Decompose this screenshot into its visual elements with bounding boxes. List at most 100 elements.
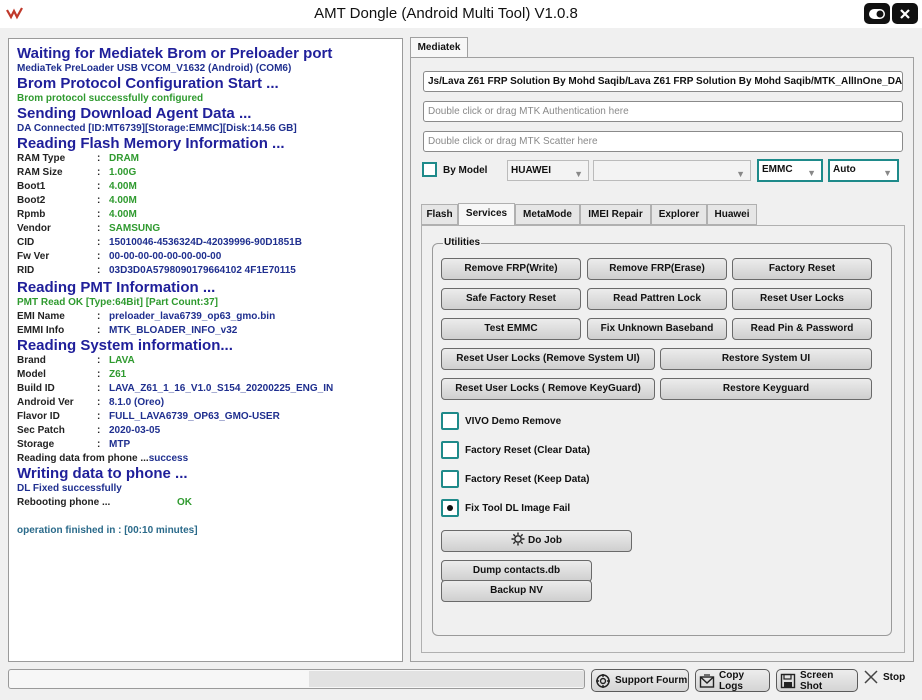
radio-selected-dot xyxy=(447,505,453,511)
vivo-demo-radio[interactable] xyxy=(441,412,459,430)
factory-reset-button[interactable]: Factory Reset xyxy=(732,258,872,280)
factory-reset-clear-label: Factory Reset (Clear Data) xyxy=(465,445,591,456)
mode-select[interactable]: Auto ▼ xyxy=(828,159,899,182)
chevron-down-icon: ▼ xyxy=(883,168,892,178)
utilities-label: Utilities xyxy=(443,237,482,248)
tab-services[interactable]: Services xyxy=(458,203,515,225)
da-path-field[interactable]: Js/Lava Z61 FRP Solution By Mohd Saqib/L… xyxy=(423,71,903,92)
screen-shot-button[interactable]: Screen Shot xyxy=(776,669,858,692)
log-row: Android Ver:8.1.0 (Oreo) xyxy=(17,397,165,408)
fix-unknown-baseband-button[interactable]: Fix Unknown Baseband xyxy=(587,318,727,340)
tab-huawei[interactable]: Huawei xyxy=(707,204,757,225)
settings-icon xyxy=(869,8,885,19)
log-row: Build ID: LAVA_Z61_1_16_V1.0_S154_2020022… xyxy=(17,383,334,394)
remove-frp-write-button[interactable]: Remove FRP(Write) xyxy=(441,258,581,280)
title-bar: AMT Dongle (Android Multi Tool) V1.0.8 xyxy=(0,0,922,28)
fix-dl-image-label: Fix Tool DL Image Fail xyxy=(465,503,571,514)
test-emmc-button[interactable]: Test EMMC xyxy=(441,318,581,340)
log-row: RID:03D3D0A5798090179664102 4F1E70115 xyxy=(17,265,296,276)
factory-reset-keep-radio[interactable] xyxy=(441,470,459,488)
log-reboot-status: OK xyxy=(177,497,192,508)
support-icon xyxy=(596,673,610,688)
log-header-pmt: Reading PMT Information ... xyxy=(17,279,216,296)
model-select[interactable]: ▼ xyxy=(593,160,751,181)
restore-system-ui-button[interactable]: Restore System UI xyxy=(660,348,872,370)
mediatek-panel: Js/Lava Z61 FRP Solution By Mohd Saqib/L… xyxy=(410,57,914,662)
log-brom-ok: Brom protocol successfully configured xyxy=(17,93,204,104)
utilities-group: Utilities Remove FRP(Write) Remove FRP(E… xyxy=(432,237,892,636)
log-row: EMMI Info: MTK_BLOADER_INFO_v32 xyxy=(17,325,238,336)
close-button[interactable] xyxy=(892,3,918,24)
log-row: Vendor: SAMSUNG xyxy=(17,223,161,234)
log-row: Model: Z61 xyxy=(17,369,127,380)
log-header-writing: Writing data to phone ... xyxy=(17,465,188,482)
tab-metamode[interactable]: MetaMode xyxy=(515,204,580,225)
stop-icon xyxy=(864,670,878,684)
log-row: RAM Size:1.00G xyxy=(17,167,137,178)
log-read-phone: Reading data from phone ...success xyxy=(17,453,189,464)
stop-button[interactable]: Stop xyxy=(864,670,905,684)
safe-factory-reset-button[interactable]: Safe Factory Reset xyxy=(441,288,581,310)
reset-user-locks-button[interactable]: Reset User Locks xyxy=(732,288,872,310)
log-pmt-ok: PMT Read OK [Type:64Bit] [Part Count:37] xyxy=(17,297,218,308)
vivo-demo-label: VIVO Demo Remove xyxy=(465,416,562,427)
log-header-system: Reading System information... xyxy=(17,337,233,354)
log-row: Sec Patch:2020-03-05 xyxy=(17,425,161,436)
backup-nv-button[interactable]: Backup NV xyxy=(441,580,592,602)
tab-imei-repair[interactable]: IMEI Repair xyxy=(580,204,651,225)
progress-track xyxy=(309,671,584,687)
read-pattern-lock-button[interactable]: Read Pattren Lock xyxy=(587,288,727,310)
factory-reset-clear-radio[interactable] xyxy=(441,441,459,459)
log-row: Boot1:4.00M xyxy=(17,181,137,192)
log-header-da: Sending Download Agent Data ... xyxy=(17,105,252,122)
log-row: CID:15010046-4536324D-42039996-90D1851B xyxy=(17,237,302,248)
support-forum-button[interactable]: Support Fourm xyxy=(591,669,689,692)
factory-reset-keep-label: Factory Reset (Keep Data) xyxy=(465,474,590,485)
copy-logs-button[interactable]: Copy Logs xyxy=(695,669,770,692)
tab-explorer[interactable]: Explorer xyxy=(651,204,707,225)
log-row: RAM Type: DRAM xyxy=(17,153,139,164)
chevron-down-icon: ▼ xyxy=(736,169,745,179)
log-header-brom: Brom Protocol Configuration Start ... xyxy=(17,75,279,92)
log-row: Rpmb:4.00M xyxy=(17,209,137,220)
restore-keyguard-button[interactable]: Restore Keyguard xyxy=(660,378,872,400)
close-icon xyxy=(900,8,910,19)
tab-mediatek[interactable]: Mediatek xyxy=(410,37,468,57)
brand-select[interactable]: HUAWEI ▼ xyxy=(507,160,589,181)
remove-frp-erase-button[interactable]: Remove FRP(Erase) xyxy=(587,258,727,280)
log-header-waiting: Waiting for Mediatek Brom or Preloader p… xyxy=(17,45,333,62)
log-port: MediaTek PreLoader USB VCOM_V1632 (Andro… xyxy=(17,63,292,74)
by-model-label: By Model xyxy=(443,165,488,176)
settings-button[interactable] xyxy=(864,3,890,24)
read-pin-password-button[interactable]: Read Pin & Password xyxy=(732,318,872,340)
log-row: Boot2:4.00M xyxy=(17,195,137,206)
fix-dl-image-radio[interactable] xyxy=(441,499,459,517)
log-dl-fixed: DL Fixed successfully xyxy=(17,483,122,494)
auth-file-field[interactable]: Double click or drag MTK Authentication … xyxy=(423,101,903,122)
progress-bar xyxy=(8,669,585,689)
log-rebooting: Rebooting phone ... xyxy=(17,497,111,508)
log-row: Fw Ver:00-00-00-00-00-00-00-00 xyxy=(17,251,222,262)
log-finished: operation finished in : [00:10 minutes] xyxy=(17,525,198,536)
window-title: AMT Dongle (Android Multi Tool) V1.0.8 xyxy=(314,5,578,22)
scatter-file-field[interactable]: Double click or drag MTK Scatter here xyxy=(423,131,903,152)
do-job-button[interactable]: Do Job xyxy=(441,530,632,552)
log-row: Storage: MTP xyxy=(17,439,131,450)
chevron-down-icon: ▼ xyxy=(807,168,816,178)
log-row: EMI Name: preloader_lava6739_op63_gmo.bin xyxy=(17,311,276,322)
by-model-checkbox[interactable] xyxy=(422,162,437,177)
log-row: Flavor ID: FULL_LAVA6739_OP63_GMO-USER xyxy=(17,411,280,422)
save-icon xyxy=(780,673,796,688)
log-header-flash: Reading Flash Memory Information ... xyxy=(17,135,285,152)
tab-flash[interactable]: Flash xyxy=(421,204,458,225)
log-panel: Waiting for Mediatek Brom or Preloader p… xyxy=(8,38,403,662)
log-row: Brand: LAVA xyxy=(17,355,135,366)
log-da-connected: DA Connected [ID:MT6739][Storage:EMMC][D… xyxy=(17,123,297,134)
mail-icon xyxy=(699,673,715,688)
services-panel: Utilities Remove FRP(Write) Remove FRP(E… xyxy=(421,225,905,653)
reset-locks-keyguard-button[interactable]: Reset User Locks ( Remove KeyGuard) xyxy=(441,378,655,400)
dump-contacts-button[interactable]: Dump contacts.db xyxy=(441,560,592,582)
reset-locks-remove-ui-button[interactable]: Reset User Locks (Remove System UI) xyxy=(441,348,655,370)
gear-icon xyxy=(511,532,525,546)
storage-select[interactable]: EMMC ▼ xyxy=(757,159,823,182)
